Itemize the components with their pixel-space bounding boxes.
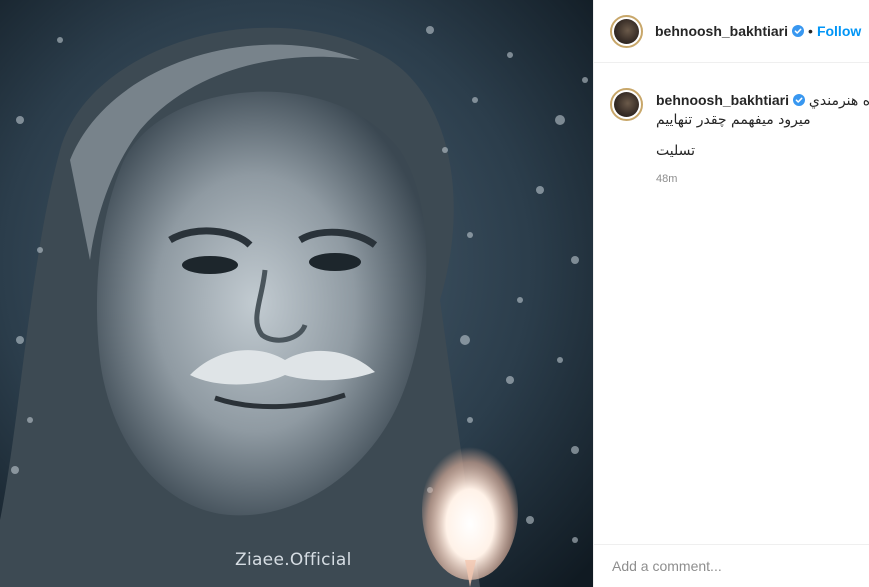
header-username[interactable]: behnoosh_bakhtiari (655, 23, 788, 39)
caption-text-line1: اه هنرمندي (808, 93, 869, 109)
caption-timestamp[interactable]: 48m (656, 173, 869, 185)
post-header: behnoosh_bakhtiari • Follow (594, 0, 869, 63)
post-image[interactable]: Ziaee.Official (0, 0, 593, 587)
comment-input[interactable] (610, 557, 854, 575)
portrait-photo (0, 0, 593, 587)
caption-avatar[interactable] (610, 88, 643, 121)
image-watermark: Ziaee.Official (235, 550, 352, 570)
caption-text-line2: میرود میفهمم چقدر تنهاییم (656, 112, 811, 128)
verified-badge-icon (793, 94, 806, 106)
caption-username[interactable]: behnoosh_bakhtiari (656, 92, 789, 108)
post-sidebar: behnoosh_bakhtiari • Follow behnoosh_bak… (593, 0, 869, 587)
avatar[interactable] (610, 14, 643, 48)
caption-text-line3: تسلیت (656, 143, 695, 159)
follow-button[interactable]: Follow (817, 23, 861, 39)
add-comment-bar (594, 544, 869, 587)
separator-dot: • (808, 23, 813, 39)
verified-badge-icon (792, 25, 805, 37)
